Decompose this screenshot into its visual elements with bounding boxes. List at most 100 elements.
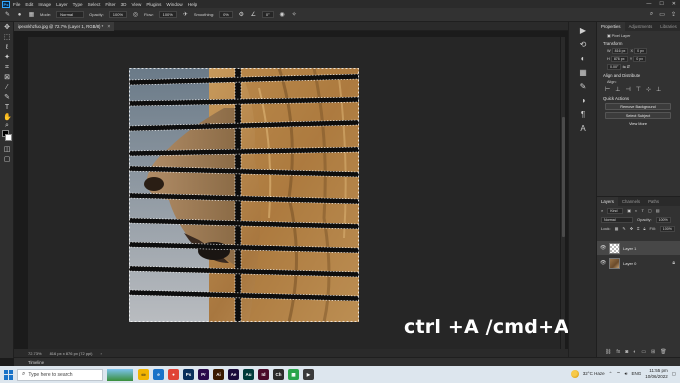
align-center-icon[interactable]: ⊥ (615, 86, 620, 93)
transform-title[interactable]: Transform (597, 38, 680, 46)
menu-window[interactable]: Window (166, 2, 182, 7)
angle-field[interactable]: 0° (261, 11, 274, 18)
flow-field[interactable]: 100% (158, 11, 177, 18)
lock-all-icon[interactable]: 🔒︎ (643, 226, 645, 231)
character-animator-app-icon[interactable]: Ch (273, 369, 284, 380)
adjustments-icon[interactable]: ◑ (578, 96, 588, 106)
quick-actions-title[interactable]: Quick Actions (597, 93, 680, 101)
visibility-eye-icon[interactable]: 👁︎ (600, 245, 606, 251)
photoshop-app-icon[interactable]: Ps (183, 369, 194, 380)
align-right-icon[interactable]: ⊣ (625, 86, 630, 93)
notifications-icon[interactable]: ▢ (672, 371, 676, 377)
layer-name[interactable]: Layer 0 (623, 261, 636, 266)
align-title[interactable]: Align and Distribute (597, 70, 680, 78)
tab-adjustments[interactable]: Adjustments (625, 22, 657, 31)
layer-style-icon[interactable]: fx (616, 349, 620, 355)
filter-smart-icon[interactable]: ▤ (656, 208, 660, 213)
layer-opacity-field[interactable]: 100% (655, 216, 671, 223)
select-subject-button[interactable]: Select Subject (605, 112, 671, 119)
link-layers-icon[interactable]: ⛓︎ (605, 349, 611, 355)
mode-select[interactable]: Normal (56, 11, 85, 18)
vertical-scrollbar[interactable] (561, 37, 565, 349)
lock-brush-icon[interactable]: ✎ (622, 226, 625, 231)
visibility-eye-icon[interactable]: 👁︎ (600, 260, 606, 266)
frame-tool-icon[interactable]: ⊠ (3, 74, 11, 82)
media-app-icon[interactable]: ▶ (303, 369, 314, 380)
layer-name[interactable]: Layer 1 (623, 246, 636, 251)
menu-edit[interactable]: Edit (25, 2, 33, 7)
zoom-tool-icon[interactable]: ⌕ (3, 122, 11, 130)
tab-properties[interactable]: Properties (597, 22, 625, 31)
type-tool-icon[interactable]: T (3, 104, 11, 112)
align-left-icon[interactable]: ⊢ (605, 86, 610, 93)
hand-tool-icon[interactable]: ✋ (3, 114, 12, 122)
zoom-level[interactable]: 72.73% (28, 351, 42, 356)
y-field[interactable]: 0 px (633, 56, 647, 62)
lock-artboard-icon[interactable]: ⌗ (637, 226, 639, 231)
menu-file[interactable]: File (13, 2, 20, 7)
brush-settings-icon[interactable]: ▦ (28, 11, 35, 18)
timeline-label[interactable]: Timeline (28, 360, 44, 365)
quick-mask-icon[interactable]: ◫ (3, 146, 11, 154)
color-icon[interactable]: ◐ (578, 54, 588, 64)
brushes-icon[interactable]: ✎ (578, 82, 588, 92)
background-color-swatch[interactable] (5, 134, 12, 141)
add-mask-icon[interactable]: ◙ (625, 349, 628, 355)
lock-move-icon[interactable]: ✥ (630, 226, 633, 231)
edge-icon[interactable]: e (153, 369, 164, 380)
flip-vertical-icon[interactable]: ⇵ (627, 65, 630, 69)
windows-start-icon[interactable] (4, 369, 14, 380)
document-tab[interactable]: ipexnkhzfuo.jpg @ 72.7% (Layer 1, RGB/8)… (14, 22, 115, 31)
file-explorer-icon[interactable]: ▭ (138, 369, 149, 380)
smoothing-options-icon[interactable]: ⚙ (238, 11, 245, 18)
paragraph-icon[interactable]: ¶ (578, 110, 588, 120)
adjustment-layer-icon[interactable]: ◐ (633, 349, 636, 355)
pressure-size-icon[interactable]: ◉ (279, 11, 286, 18)
minimize-button[interactable]: — (646, 1, 651, 7)
flip-horizontal-icon[interactable]: ⇋ (623, 65, 626, 69)
taskview-widget[interactable] (107, 368, 133, 381)
angle-field[interactable]: 0.00° (607, 64, 622, 70)
indesign-app-icon[interactable]: Id (258, 369, 269, 380)
menu-type[interactable]: Type (73, 2, 83, 7)
volume-icon[interactable]: 🔊︎ (625, 371, 628, 376)
width-field[interactable]: 816 px (611, 48, 629, 54)
menu-filter[interactable]: Filter (105, 2, 115, 7)
weather-text[interactable]: 32°C Haze (583, 371, 605, 376)
menu-select[interactable]: Select (88, 2, 101, 7)
new-layer-icon[interactable]: ⊞ (651, 349, 655, 355)
spreadsheet-app-icon[interactable]: ▦ (288, 369, 299, 380)
kind-select[interactable]: Kind (607, 207, 624, 214)
audition-app-icon[interactable]: Au (243, 369, 254, 380)
network-icon[interactable]: ⌔ (616, 371, 620, 377)
crop-tool-icon[interactable]: ⌗ (3, 64, 11, 72)
height-field[interactable]: 876 px (610, 56, 628, 62)
menu-image[interactable]: Image (38, 2, 51, 7)
tab-layers[interactable]: Layers (597, 197, 618, 206)
magic-wand-tool-icon[interactable]: ✦ (3, 54, 11, 62)
scrollbar-thumb[interactable] (561, 117, 565, 237)
remove-background-button[interactable]: Remove Background (605, 103, 671, 110)
language-indicator[interactable]: ENG (631, 371, 641, 376)
symmetry-icon[interactable]: ✧ (291, 11, 298, 18)
maximize-button[interactable]: ☐ (659, 1, 663, 7)
workspace-icon[interactable]: ▭ (659, 11, 665, 18)
brush-preset-icon[interactable]: ● (16, 11, 23, 18)
character-icon[interactable]: A (578, 124, 588, 134)
document-image[interactable] (129, 68, 359, 322)
history-icon[interactable]: ⟲ (578, 40, 588, 50)
align-middle-icon[interactable]: ⊹ (646, 86, 651, 93)
layer-row-layer-1[interactable]: 👁︎ Layer 1 (597, 241, 680, 255)
x-field[interactable]: 0 px (634, 48, 647, 54)
screen-mode-icon[interactable]: ▢ (3, 156, 11, 164)
menu-view[interactable]: View (131, 2, 141, 7)
status-arrow-icon[interactable]: › (101, 351, 102, 356)
filter-pixel-icon[interactable]: ▣ (627, 208, 631, 213)
premiere-app-icon[interactable]: Pr (198, 369, 209, 380)
menu-plugins[interactable]: Plugins (146, 2, 161, 7)
taskbar-search-box[interactable]: ⌕ Type here to search (17, 368, 103, 381)
view-more-button[interactable]: View More (605, 121, 671, 128)
tray-chevron-icon[interactable]: ⌃ (609, 371, 613, 377)
brush-tool-icon[interactable]: ✎ (3, 94, 11, 102)
close-button[interactable]: ✕ (672, 1, 676, 7)
